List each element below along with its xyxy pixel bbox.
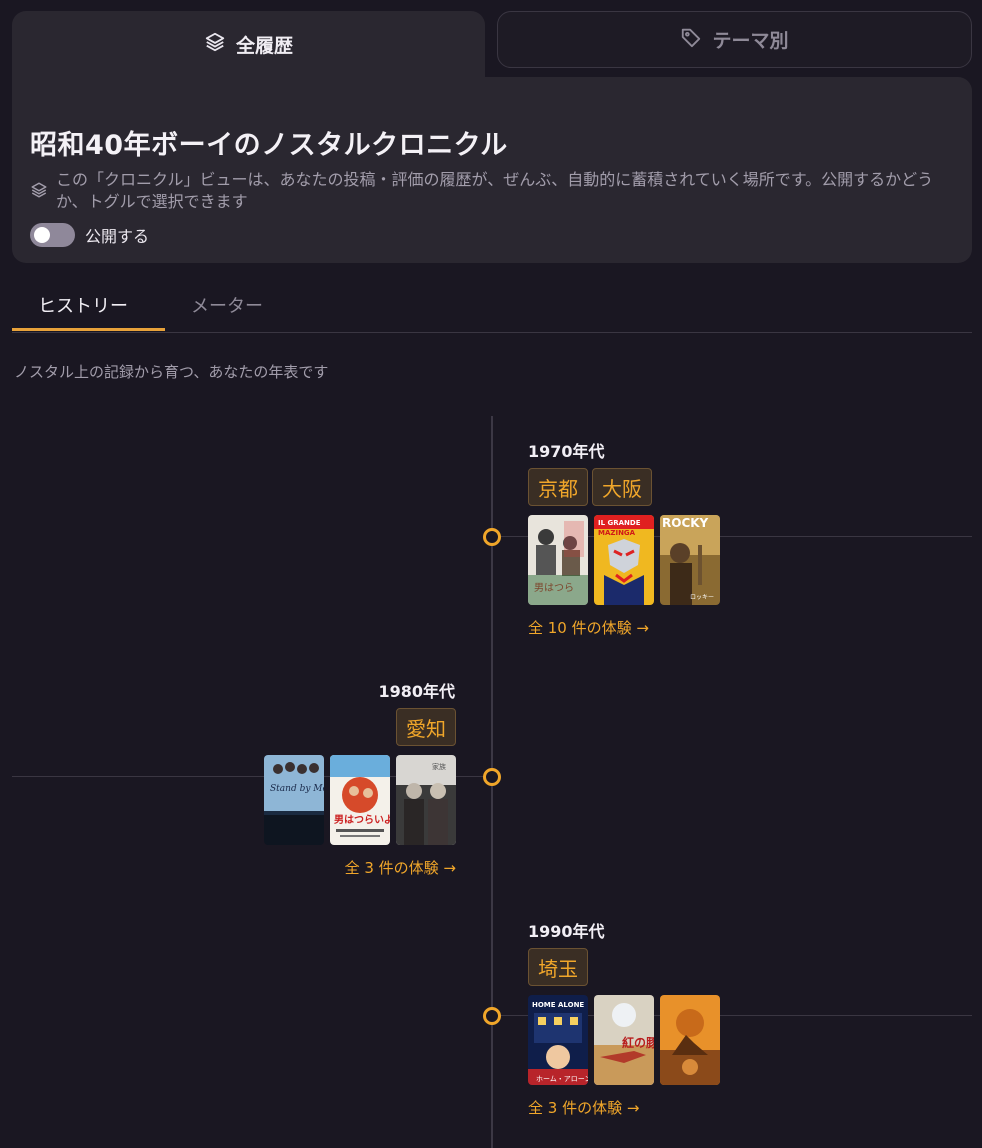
poster-row: HOME ALONE ホーム・アローン 紅の豚 [528, 995, 720, 1085]
place-tags: 京都 大阪 [528, 468, 652, 506]
svg-text:ROCKY: ROCKY [662, 516, 709, 530]
tag-icon [680, 26, 702, 53]
svg-text:ロッキー: ロッキー [690, 594, 714, 601]
timeline-node[interactable] [483, 768, 501, 786]
decade-label: 1980年代 [378, 682, 455, 701]
place-tag[interactable]: 京都 [528, 468, 588, 506]
tab-all-history[interactable]: 全履歴 [12, 11, 485, 77]
decade-label: 1970年代 [528, 442, 605, 461]
sub-tabs: ヒストリー メーター [12, 280, 972, 333]
tab-history[interactable]: ヒストリー [38, 292, 128, 318]
svg-text:ホーム・アローン: ホーム・アローン [536, 1075, 588, 1083]
active-tab-indicator [12, 328, 165, 331]
tab-by-theme-label: テーマ別 [712, 30, 789, 52]
publish-toggle[interactable] [30, 223, 75, 247]
decade-label: 1990年代 [528, 922, 605, 941]
movie-poster[interactable]: 家族 [396, 755, 456, 845]
poster-row: Stand by Me 男はつらいよ 家族 [264, 755, 456, 845]
svg-text:男はつらいよ: 男はつらいよ [334, 814, 390, 826]
tab-by-theme[interactable]: テーマ別 [497, 11, 972, 68]
place-tags: 愛知 [396, 708, 456, 746]
view-all-link[interactable]: 全 3 件の体験 → [528, 1097, 639, 1118]
place-tags: 埼玉 [528, 948, 588, 986]
movie-poster[interactable]: ROCKY ロッキー [660, 515, 720, 605]
tab-all-history-label: 全履歴 [235, 34, 293, 57]
svg-text:MAZINGA: MAZINGA [598, 529, 636, 537]
tab-meter[interactable]: メーター [191, 292, 263, 318]
description: この「クロニクル」ビューは、あなたの投稿・評価の履歴が、ぜんぶ、自動的に蓄積され… [30, 169, 960, 213]
timeline-node[interactable] [483, 1007, 501, 1025]
description-text: この「クロニクル」ビューは、あなたの投稿・評価の履歴が、ぜんぶ、自動的に蓄積され… [56, 170, 934, 211]
svg-text:Stand by Me: Stand by Me [270, 784, 324, 794]
page-title: 昭和40年ボーイのノスタルクロニクル [30, 130, 508, 161]
place-tag[interactable]: 大阪 [592, 468, 652, 506]
svg-text:HOME ALONE: HOME ALONE [532, 1001, 584, 1009]
timeline-node[interactable] [483, 528, 501, 546]
movie-poster[interactable]: 男はつら [528, 515, 588, 605]
svg-text:IL GRANDE: IL GRANDE [598, 519, 641, 527]
layers-icon [30, 181, 48, 199]
movie-poster[interactable]: Stand by Me [264, 755, 324, 845]
place-tag[interactable]: 埼玉 [528, 948, 588, 986]
view-all-link[interactable]: 全 3 件の体験 → [345, 857, 456, 878]
chronicle-header-card: 昭和40年ボーイのノスタルクロニクル この「クロニクル」ビューは、あなたの投稿・… [12, 77, 972, 263]
movie-poster[interactable]: IL GRANDE MAZINGA [594, 515, 654, 605]
publish-toggle-row: 公開する [30, 223, 149, 247]
place-tag[interactable]: 愛知 [396, 708, 456, 746]
publish-toggle-label: 公開する [85, 227, 150, 246]
view-all-link[interactable]: 全 10 件の体験 → [528, 617, 649, 638]
timeline-subtitle: ノスタル上の記録から育つ、あなたの年表です [14, 363, 329, 381]
movie-poster[interactable] [660, 995, 720, 1085]
movie-poster[interactable]: 紅の豚 [594, 995, 654, 1085]
layers-icon [204, 31, 226, 58]
svg-text:紅の豚: 紅の豚 [622, 1035, 654, 1050]
movie-poster[interactable]: HOME ALONE ホーム・アローン [528, 995, 588, 1085]
svg-text:家族: 家族 [432, 762, 446, 771]
poster-row: 男はつら IL GRANDE MAZINGA ROCKY ロッキー [528, 515, 720, 605]
toggle-knob [34, 227, 50, 243]
movie-poster[interactable]: 男はつらいよ [330, 755, 390, 845]
